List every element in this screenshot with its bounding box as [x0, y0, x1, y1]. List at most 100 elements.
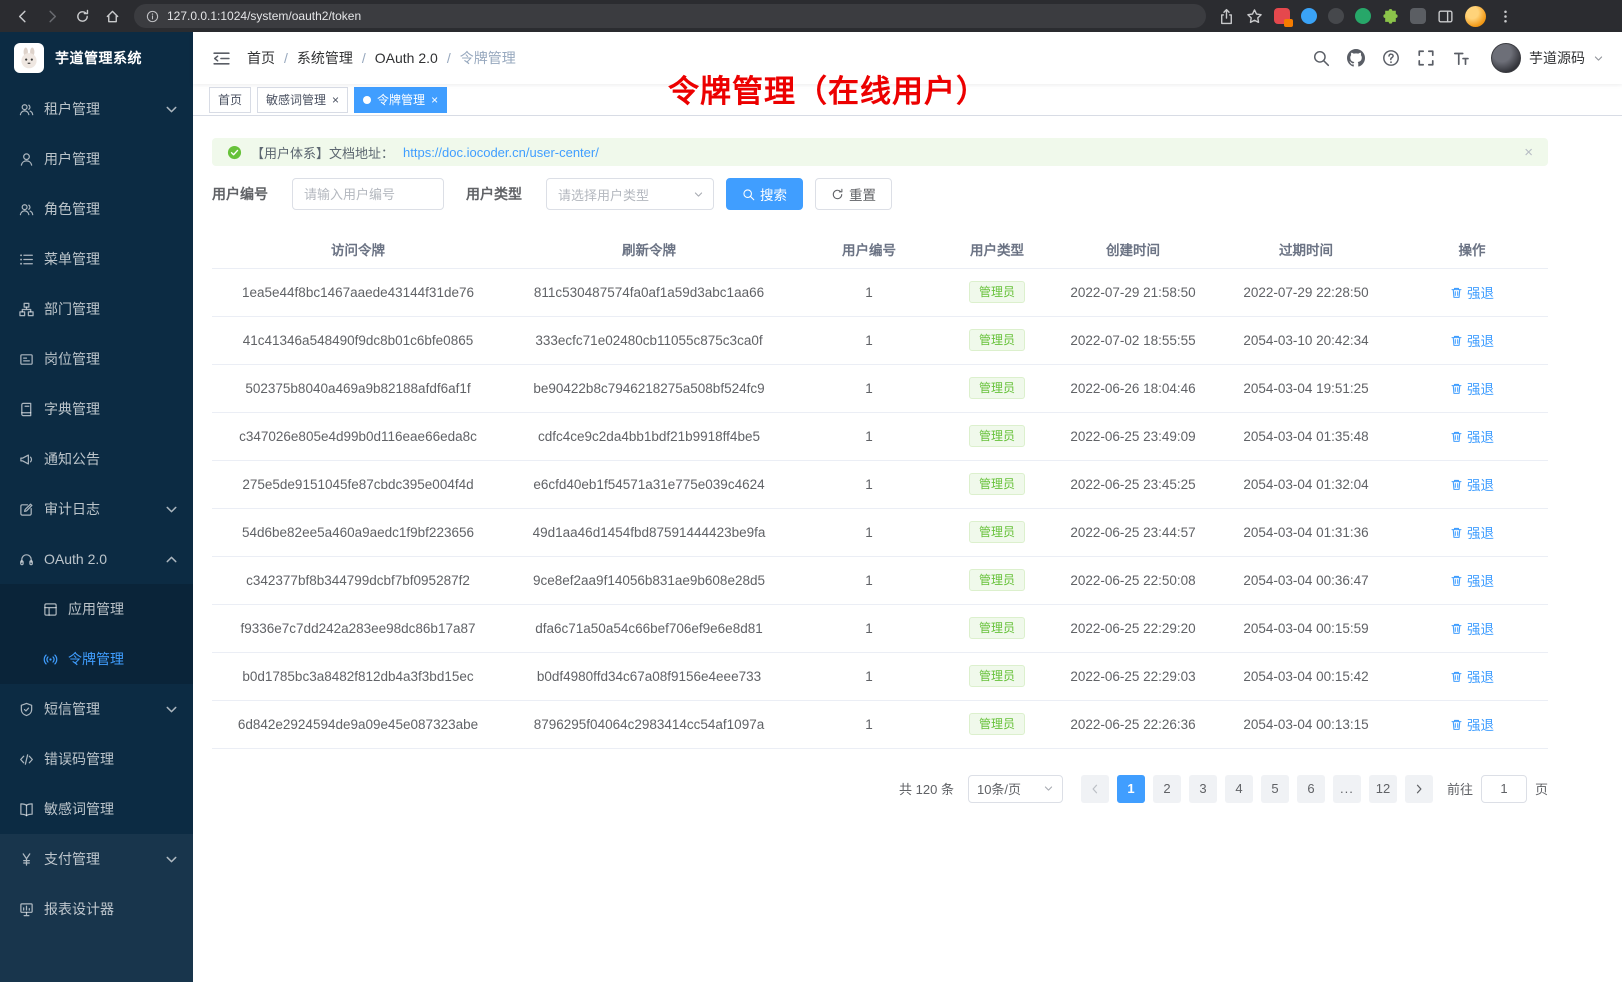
goto-page-input[interactable] [1481, 775, 1527, 803]
page-button[interactable]: 6 [1297, 775, 1325, 803]
tab-home[interactable]: 首页 [209, 87, 251, 113]
sidebar-item-sms[interactable]: 短信管理 [0, 684, 193, 734]
extension-icon[interactable] [1301, 8, 1317, 24]
sidebar-item-user[interactable]: 用户管理 [0, 134, 193, 184]
page-size-select[interactable]: 10条/页 [968, 775, 1063, 803]
app-logo[interactable]: 芋道管理系统 [0, 32, 193, 84]
extension-icon[interactable] [1274, 8, 1290, 24]
back-button[interactable] [8, 3, 36, 29]
create-time-cell: 2022-06-26 18:04:46 [1050, 364, 1216, 412]
extension-icon[interactable] [1328, 8, 1344, 24]
search-button-label: 搜索 [760, 184, 787, 204]
search-icon [742, 188, 755, 201]
close-tab-icon[interactable]: × [332, 94, 339, 106]
force-logout-button[interactable]: 强退 [1450, 618, 1494, 638]
prev-page-button[interactable] [1081, 775, 1109, 803]
sidebar-item-oauth2[interactable]: OAuth 2.0 [0, 534, 193, 584]
access-token-cell: b0d1785bc3a8482f812db4a3f3bd15ec [212, 652, 504, 700]
sidebar-item-notice[interactable]: 通知公告 [0, 434, 193, 484]
tab-sensitive-word[interactable]: 敏感词管理× [257, 87, 348, 113]
sidebar-item-audit-log[interactable]: 审计日志 [0, 484, 193, 534]
users-icon [19, 202, 34, 217]
forward-button[interactable] [38, 3, 66, 29]
sidebar-item-oauth2-token[interactable]: 令牌管理 [0, 634, 193, 684]
caret-down-icon [693, 189, 704, 200]
tab-label: 令牌管理 [377, 91, 425, 108]
sidebar-item-oauth2-app[interactable]: 应用管理 [0, 584, 193, 634]
sidebar-item-dict[interactable]: 字典管理 [0, 384, 193, 434]
collapse-sidebar-icon[interactable] [212, 50, 231, 67]
sidebar-item-label: 报表设计器 [44, 899, 179, 919]
fullscreen-icon[interactable] [1417, 49, 1435, 67]
create-time-cell: 2022-06-25 22:29:03 [1050, 652, 1216, 700]
refresh-token-cell: 8796295f04064c2983414cc54af1097a [504, 700, 794, 748]
tabs-bar: 首页敏感词管理× 令牌管理 × [193, 84, 1622, 116]
extensions-puzzle-icon[interactable] [1382, 8, 1399, 25]
force-logout-button[interactable]: 强退 [1450, 330, 1494, 350]
sidebar-item-pay[interactable]: 支付管理 [0, 834, 193, 884]
sidebar-item-dept[interactable]: 部门管理 [0, 284, 193, 334]
page-button[interactable]: 1 [1117, 775, 1145, 803]
sidebar-item-post[interactable]: 岗位管理 [0, 334, 193, 384]
user-type-select[interactable]: 请选择用户类型 [546, 178, 714, 210]
doc-link[interactable]: https://doc.iocoder.cn/user-center/ [403, 145, 599, 160]
table-row: c342377bf8b344799dcbf7bf095287f29ce8ef2a… [212, 556, 1548, 604]
breadcrumb-separator: / [362, 50, 366, 66]
home-button[interactable] [98, 3, 126, 29]
force-logout-label: 强退 [1467, 522, 1494, 542]
user-dropdown[interactable]: 芋道源码 [1491, 43, 1604, 73]
reload-button[interactable] [68, 3, 96, 29]
page-info-icon[interactable] [146, 10, 159, 23]
breadcrumb-item[interactable]: 首页 [247, 48, 275, 68]
extension-icon[interactable] [1410, 8, 1426, 24]
tab-token[interactable]: 令牌管理 × [354, 87, 447, 113]
url-text: 127.0.0.1:1024/system/oauth2/token [167, 9, 361, 23]
force-logout-button[interactable]: 强退 [1450, 570, 1494, 590]
force-logout-button[interactable]: 强退 [1450, 474, 1494, 494]
browser-panel-icon[interactable] [1437, 8, 1454, 25]
force-logout-button[interactable]: 强退 [1450, 378, 1494, 398]
page-button[interactable]: 4 [1225, 775, 1253, 803]
sidebar-item-report-designer[interactable]: 报表设计器 [0, 884, 193, 934]
more-pages-button[interactable]: ... [1333, 775, 1361, 803]
breadcrumb-item[interactable]: 系统管理 [297, 48, 353, 68]
page-content: 【用户体系】文档地址： https://doc.iocoder.cn/user-… [212, 116, 1548, 803]
trash-icon [1450, 718, 1463, 731]
force-logout-button[interactable]: 强退 [1450, 714, 1494, 734]
close-alert-icon[interactable]: × [1524, 145, 1533, 160]
browser-menu-icon[interactable] [1497, 8, 1514, 25]
force-logout-button[interactable]: 强退 [1450, 282, 1494, 302]
sidebar-item-sensitive-word[interactable]: 敏感词管理 [0, 784, 193, 834]
page-button[interactable]: 2 [1153, 775, 1181, 803]
expire-time-cell: 2054-03-04 01:31:36 [1216, 508, 1396, 556]
help-icon[interactable] [1382, 49, 1400, 67]
force-logout-button[interactable]: 强退 [1450, 666, 1494, 686]
force-logout-button[interactable]: 强退 [1450, 426, 1494, 446]
header-search-icon[interactable] [1312, 49, 1330, 67]
refresh-token-cell: e6cfd40eb1f54571a31e775e039c4624 [504, 460, 794, 508]
github-icon[interactable] [1347, 49, 1365, 67]
extension-icon[interactable] [1355, 8, 1371, 24]
share-icon[interactable] [1218, 8, 1235, 25]
force-logout-button[interactable]: 强退 [1450, 522, 1494, 542]
next-page-button[interactable] [1405, 775, 1433, 803]
reset-button[interactable]: 重置 [815, 178, 892, 210]
close-tab-icon[interactable]: × [431, 94, 438, 106]
sidebar-item-tenant[interactable]: 租户管理 [0, 84, 193, 134]
force-logout-label: 强退 [1467, 378, 1494, 398]
logo-image [14, 43, 44, 73]
page-button[interactable]: 5 [1261, 775, 1289, 803]
search-button[interactable]: 搜索 [726, 178, 803, 210]
page-button[interactable]: 12 [1369, 775, 1397, 803]
tab-active-dot [363, 96, 371, 104]
page-button[interactable]: 3 [1189, 775, 1217, 803]
browser-profile-avatar[interactable] [1465, 6, 1486, 27]
url-bar[interactable]: 127.0.0.1:1024/system/oauth2/token [134, 4, 1206, 28]
sidebar-item-menu[interactable]: 菜单管理 [0, 234, 193, 284]
sidebar-item-error-code[interactable]: 错误码管理 [0, 734, 193, 784]
user-id-input[interactable] [292, 178, 444, 210]
sidebar-item-role[interactable]: 角色管理 [0, 184, 193, 234]
breadcrumb-item[interactable]: OAuth 2.0 [375, 50, 438, 66]
bookmark-star-icon[interactable] [1246, 8, 1263, 25]
font-size-icon[interactable] [1452, 49, 1470, 67]
